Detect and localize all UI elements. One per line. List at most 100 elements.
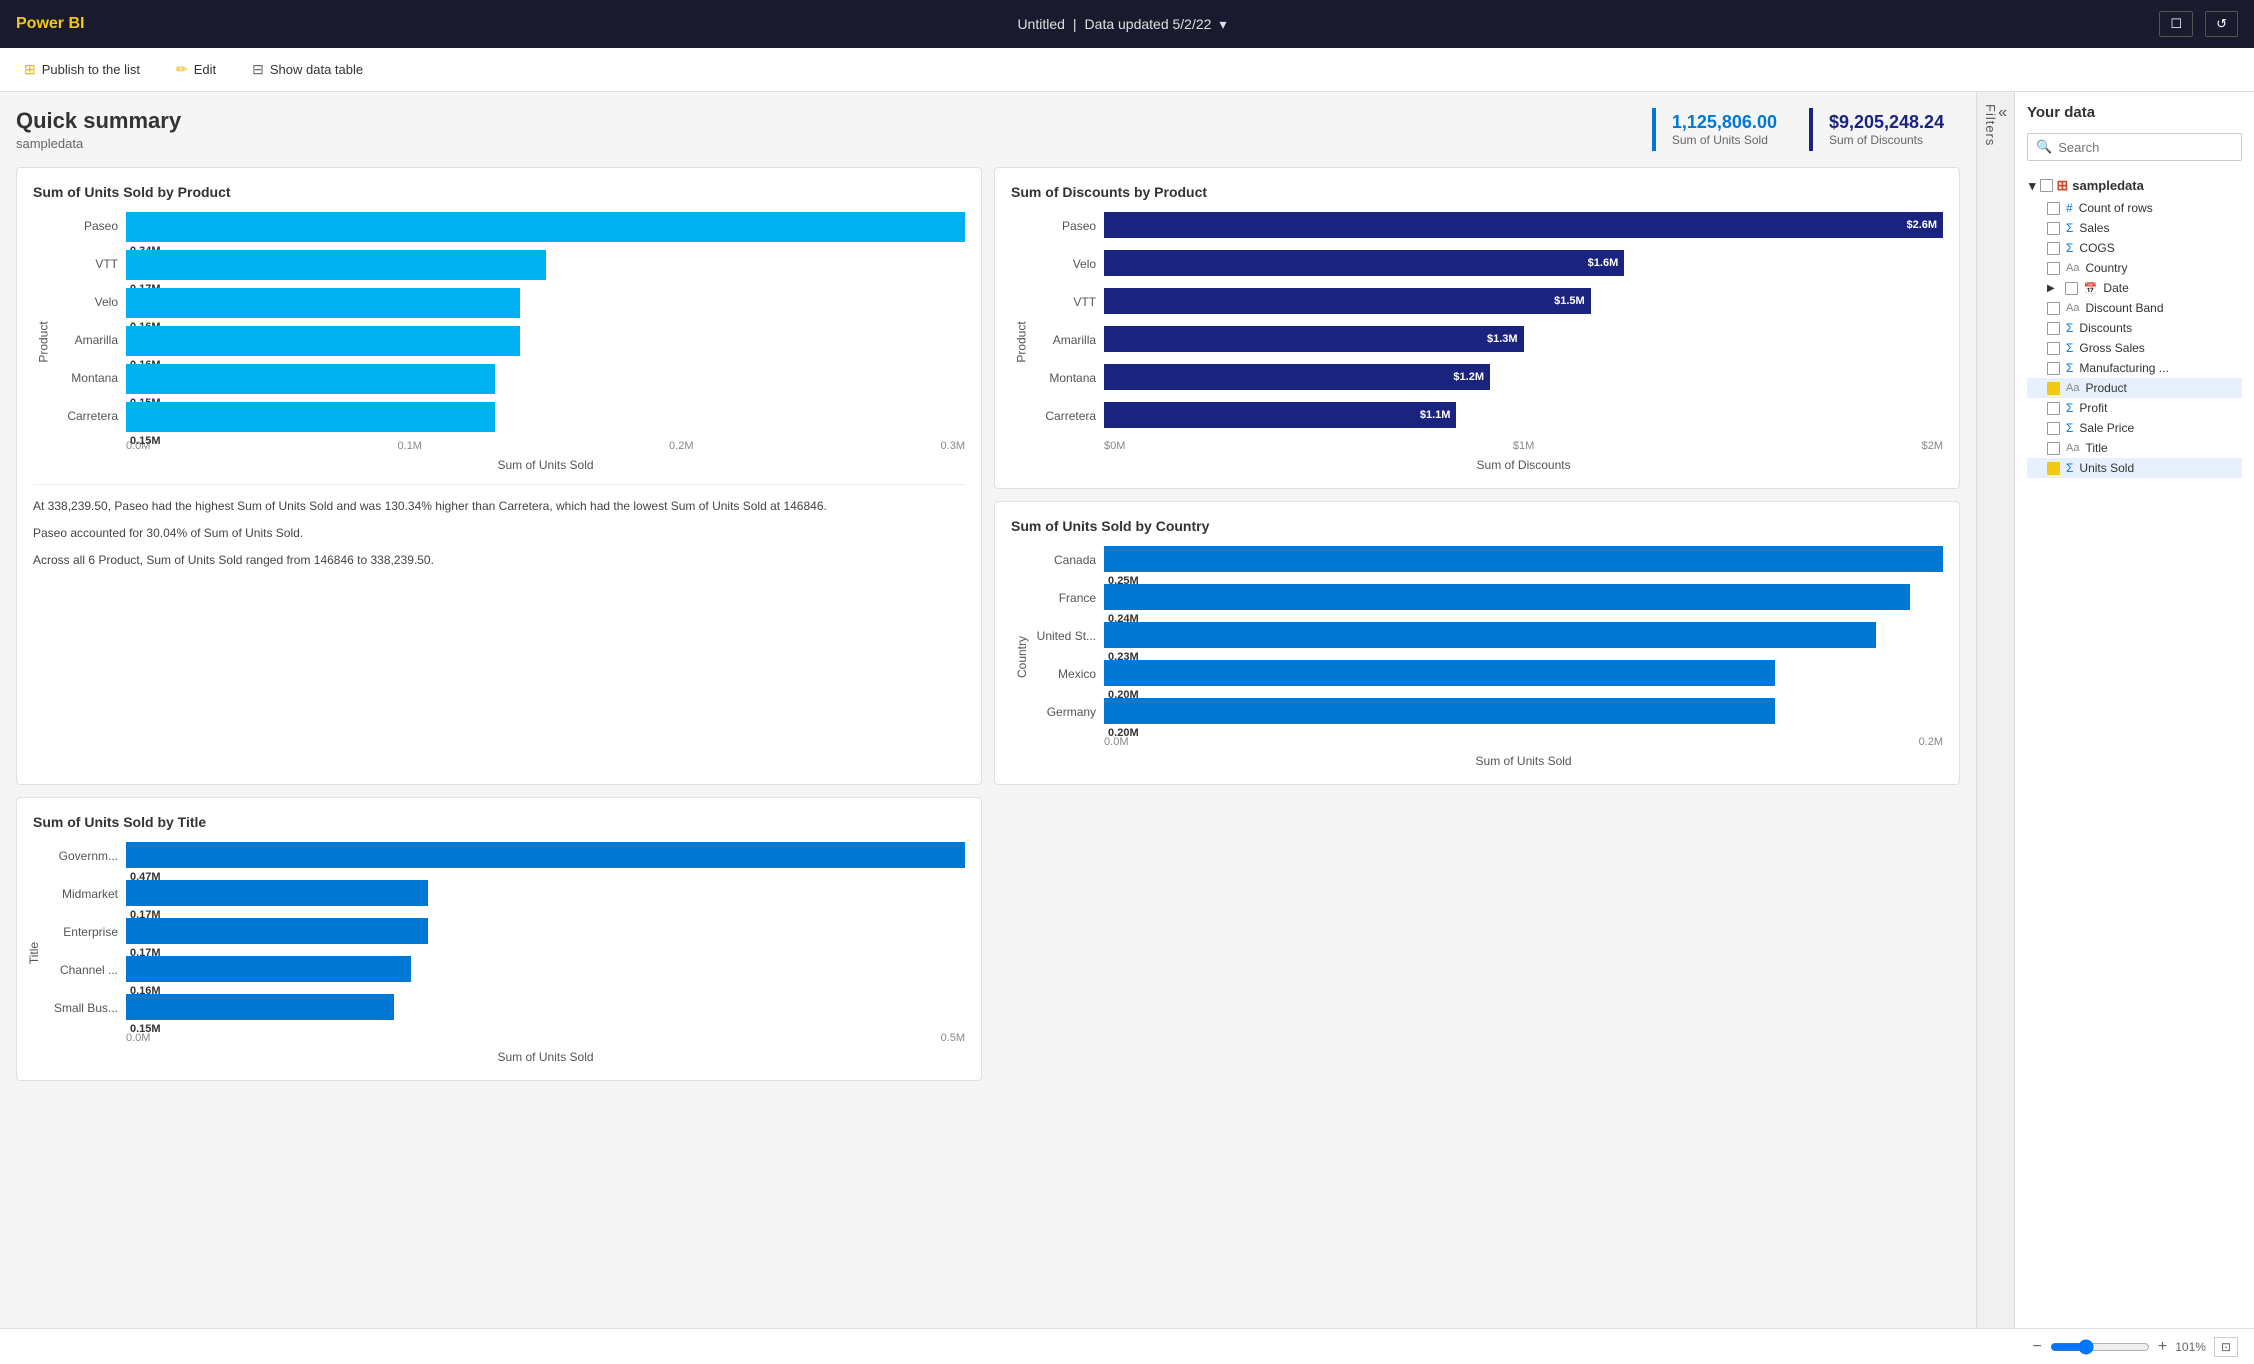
bar-label: Germany bbox=[1031, 705, 1096, 719]
right-panel: Your data 🔍 ▾ ⊞ sampledata #Count of row… bbox=[2014, 92, 2254, 1328]
bar-row: Velo0.16M bbox=[53, 288, 965, 316]
chart4-bars: Governm...0.47MMidmarket0.17MEnterprise0… bbox=[53, 842, 965, 1022]
filters-label: Filters bbox=[1983, 104, 1998, 146]
bar-fill: $1.5M bbox=[1104, 288, 1591, 314]
edit-button[interactable]: ✏ Edit bbox=[168, 57, 224, 82]
insight2: Paseo accounted for 30.04% of Sum of Uni… bbox=[33, 524, 965, 543]
top-bar-controls: ☐ ↺ bbox=[2159, 11, 2238, 37]
bar-label: Paseo bbox=[53, 219, 118, 233]
bar-label: Governm... bbox=[53, 849, 118, 863]
field-item[interactable]: ΣCOGS bbox=[2027, 238, 2242, 258]
chart4-y-label: Title bbox=[27, 942, 41, 964]
top-bar-title: Untitled | Data updated 5/2/22 ▾ bbox=[1017, 16, 1226, 33]
sigma-icon: Σ bbox=[2066, 361, 2073, 375]
field-item[interactable]: AaProduct bbox=[2027, 378, 2242, 398]
main-layout: Quick summary sampledata 1,125,806.00 Su… bbox=[0, 92, 2254, 1328]
filters-tab[interactable]: « Filters bbox=[1976, 92, 2014, 1328]
show-data-table-button[interactable]: ⊟ Show data table bbox=[244, 57, 371, 82]
field-item[interactable]: AaTitle bbox=[2027, 438, 2242, 458]
field-checkbox[interactable] bbox=[2047, 262, 2060, 275]
chevron-icon[interactable]: ▾ bbox=[1219, 16, 1226, 33]
field-checkbox[interactable] bbox=[2047, 322, 2060, 335]
bar-label: Carretera bbox=[53, 409, 118, 423]
kpi1-label: Sum of Units Sold bbox=[1672, 133, 1777, 147]
bar-label: Canada bbox=[1031, 553, 1096, 567]
bar-label: Montana bbox=[53, 371, 118, 385]
field-item[interactable]: ΣDiscounts bbox=[2027, 318, 2242, 338]
field-item[interactable]: Σ Manufacturing ... bbox=[2027, 358, 2242, 378]
table-checkbox[interactable] bbox=[2040, 179, 2053, 192]
field-item[interactable]: ΣUnits Sold bbox=[2027, 458, 2242, 478]
zoom-out-button[interactable]: − bbox=[2033, 1338, 2042, 1356]
bar-value-inside: $1.6M bbox=[1588, 257, 1619, 269]
search-box[interactable]: 🔍 bbox=[2027, 133, 2242, 161]
chart-discounts-product: Sum of Discounts by Product Product Pase… bbox=[994, 167, 1960, 489]
bar-row: Governm...0.47M bbox=[53, 842, 965, 870]
field-checkbox[interactable] bbox=[2047, 442, 2060, 455]
field-checkbox[interactable] bbox=[2047, 422, 2060, 435]
search-input[interactable] bbox=[2058, 140, 2234, 155]
window-button[interactable]: ☐ bbox=[2159, 11, 2193, 37]
refresh-button[interactable]: ↺ bbox=[2205, 11, 2238, 37]
field-checkbox[interactable] bbox=[2047, 222, 2060, 235]
field-checkbox[interactable] bbox=[2047, 302, 2060, 315]
bar-row: Carretera 0.15M bbox=[53, 402, 965, 430]
bar-value: 0.20M bbox=[1108, 727, 1139, 739]
field-item[interactable]: ΣSale Price bbox=[2027, 418, 2242, 438]
chart3-title: Sum of Units Sold by Country bbox=[1011, 518, 1943, 534]
field-checkbox[interactable] bbox=[2065, 282, 2078, 295]
sigma-icon: Σ bbox=[2066, 221, 2073, 235]
field-name: Manufacturing ... bbox=[2079, 361, 2168, 375]
bar-label: Enterprise bbox=[53, 925, 118, 939]
kpi-units-sold: 1,125,806.00 Sum of Units Sold bbox=[1652, 108, 1793, 151]
bar-row: Amarilla0.16M bbox=[53, 326, 965, 354]
data-table-header[interactable]: ▾ ⊞ sampledata bbox=[2027, 173, 2242, 198]
bar-container: 0.20M bbox=[1104, 698, 1943, 726]
field-checkbox[interactable] bbox=[2047, 382, 2060, 395]
bar-fill: $1.2M bbox=[1104, 364, 1490, 390]
publish-button[interactable]: ⊞ Publish to the list bbox=[16, 57, 148, 82]
bar-label: Montana bbox=[1031, 371, 1096, 385]
field-item[interactable]: AaDiscount Band bbox=[2027, 298, 2242, 318]
bar-label: Amarilla bbox=[53, 333, 118, 347]
publish-icon: ⊞ bbox=[24, 61, 36, 78]
bar-label: Velo bbox=[1031, 257, 1096, 271]
kpi2-value: $9,205,248.24 bbox=[1829, 112, 1944, 133]
bar-container: $1.2M bbox=[1104, 364, 1943, 392]
field-item[interactable]: #Count of rows bbox=[2027, 198, 2242, 218]
insight1: At 338,239.50, Paseo had the highest Sum… bbox=[33, 497, 965, 516]
field-checkbox[interactable] bbox=[2047, 362, 2060, 375]
field-item[interactable]: ΣGross Sales bbox=[2027, 338, 2242, 358]
zoom-slider[interactable] bbox=[2050, 1339, 2150, 1355]
edit-icon: ✏ bbox=[176, 61, 188, 78]
chart3-y-label: Country bbox=[1015, 636, 1029, 678]
bar-value-inside: $1.3M bbox=[1487, 333, 1518, 345]
field-item[interactable]: AaCountry bbox=[2027, 258, 2242, 278]
field-checkbox[interactable] bbox=[2047, 342, 2060, 355]
bar-fill bbox=[126, 842, 965, 868]
field-item[interactable]: ΣSales bbox=[2027, 218, 2242, 238]
bar-label: Carretera bbox=[1031, 409, 1096, 423]
zoom-in-button[interactable]: + bbox=[2158, 1338, 2167, 1356]
field-checkbox[interactable] bbox=[2047, 242, 2060, 255]
bar-container: 0.34M bbox=[126, 212, 965, 240]
bar-fill: $1.1M bbox=[1104, 402, 1456, 428]
bottom-bar: − + 101% ⊡ bbox=[0, 1328, 2254, 1364]
bar-label: Channel ... bbox=[53, 963, 118, 977]
bar-container: 0.15M bbox=[126, 402, 965, 430]
bar-fill: $2.6M bbox=[1104, 212, 1943, 238]
field-item[interactable]: ΣProfit bbox=[2027, 398, 2242, 418]
sigma-icon: Σ bbox=[2066, 401, 2073, 415]
chart2-title: Sum of Discounts by Product bbox=[1011, 184, 1943, 200]
page-size-icon[interactable]: ⊡ bbox=[2214, 1337, 2238, 1357]
field-checkbox[interactable] bbox=[2047, 402, 2060, 415]
bar-container: 0.25M bbox=[1104, 546, 1943, 574]
field-checkbox[interactable] bbox=[2047, 202, 2060, 215]
header-section: Quick summary sampledata 1,125,806.00 Su… bbox=[16, 108, 1960, 151]
bar-value-inside: $1.2M bbox=[1453, 371, 1484, 383]
bar-value-inside: $2.6M bbox=[1907, 219, 1938, 231]
field-checkbox[interactable] bbox=[2047, 462, 2060, 475]
field-item[interactable]: ▶📅Date bbox=[2027, 278, 2242, 298]
report-title: Untitled bbox=[1017, 16, 1064, 32]
bar-fill bbox=[126, 212, 965, 242]
